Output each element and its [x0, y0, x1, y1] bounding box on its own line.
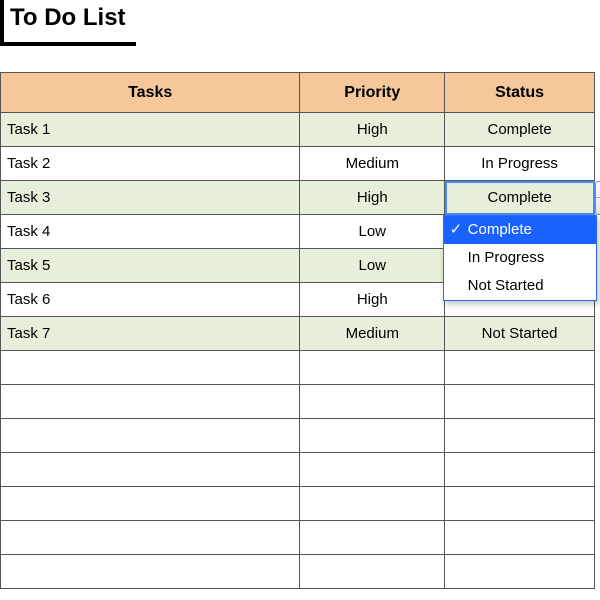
task-cell[interactable]	[1, 521, 300, 555]
task-cell[interactable]	[1, 555, 300, 589]
priority-cell[interactable]	[300, 385, 445, 419]
task-cell[interactable]	[1, 419, 300, 453]
table-row: Task 2MediumIn Progress	[1, 147, 595, 181]
priority-cell[interactable]	[300, 555, 445, 589]
task-cell[interactable]	[1, 385, 300, 419]
priority-cell[interactable]: High	[300, 283, 445, 317]
col-header-tasks: Tasks	[1, 73, 300, 113]
priority-cell[interactable]: High	[300, 181, 445, 215]
table-row: Task 7MediumNot Started	[1, 317, 595, 351]
page-title: To Do List	[0, 0, 136, 46]
priority-cell[interactable]: Low	[300, 215, 445, 249]
priority-cell[interactable]: Medium	[300, 147, 445, 181]
todo-table: Tasks Priority Status Task 1HighComplete…	[0, 72, 595, 589]
status-cell[interactable]	[445, 419, 595, 453]
table-row	[1, 521, 595, 555]
table-row	[1, 453, 595, 487]
priority-cell[interactable]	[300, 453, 445, 487]
table-row	[1, 487, 595, 521]
stepper-down-icon[interactable]: ▼	[596, 198, 600, 214]
table-row	[1, 555, 595, 589]
priority-cell[interactable]	[300, 487, 445, 521]
status-cell[interactable]: Complete	[445, 181, 595, 215]
status-cell[interactable]	[445, 385, 595, 419]
header-row: Tasks Priority Status	[1, 73, 595, 113]
priority-cell[interactable]	[300, 351, 445, 385]
task-cell[interactable]: Task 7	[1, 317, 300, 351]
table-row	[1, 419, 595, 453]
priority-cell[interactable]	[300, 521, 445, 555]
dropdown-option[interactable]: Not Started	[444, 272, 596, 300]
status-cell[interactable]: Not Started	[445, 317, 595, 351]
dropdown-option[interactable]: Complete	[444, 216, 596, 244]
spreadsheet: Tasks Priority Status Task 1HighComplete…	[0, 72, 600, 589]
status-cell[interactable]	[445, 487, 595, 521]
task-cell[interactable]	[1, 351, 300, 385]
priority-cell[interactable]: High	[300, 113, 445, 147]
cell-stepper[interactable]: ▲ ▼	[595, 181, 600, 215]
task-cell[interactable]: Task 5	[1, 249, 300, 283]
col-header-status: Status	[445, 73, 595, 113]
task-cell[interactable]: Task 2	[1, 147, 300, 181]
status-cell[interactable]: In Progress	[445, 147, 595, 181]
task-cell[interactable]: Task 1	[1, 113, 300, 147]
task-cell[interactable]: Task 6	[1, 283, 300, 317]
table-row	[1, 385, 595, 419]
status-cell[interactable]	[445, 453, 595, 487]
dropdown-option[interactable]: In Progress	[444, 244, 596, 272]
status-cell[interactable]	[445, 351, 595, 385]
status-cell[interactable]	[445, 555, 595, 589]
table-row: Task 1HighComplete	[1, 113, 595, 147]
table-row: Task 3HighComplete	[1, 181, 595, 215]
task-cell[interactable]: Task 4	[1, 215, 300, 249]
task-cell[interactable]: Task 3	[1, 181, 300, 215]
table-row	[1, 351, 595, 385]
status-dropdown[interactable]: CompleteIn ProgressNot Started	[443, 215, 597, 301]
priority-cell[interactable]: Low	[300, 249, 445, 283]
priority-cell[interactable]: Medium	[300, 317, 445, 351]
priority-cell[interactable]	[300, 419, 445, 453]
stepper-up-icon[interactable]: ▲	[596, 182, 600, 199]
task-cell[interactable]	[1, 453, 300, 487]
status-cell[interactable]: Complete	[445, 113, 595, 147]
col-header-priority: Priority	[300, 73, 445, 113]
task-cell[interactable]	[1, 487, 300, 521]
status-cell[interactable]	[445, 521, 595, 555]
